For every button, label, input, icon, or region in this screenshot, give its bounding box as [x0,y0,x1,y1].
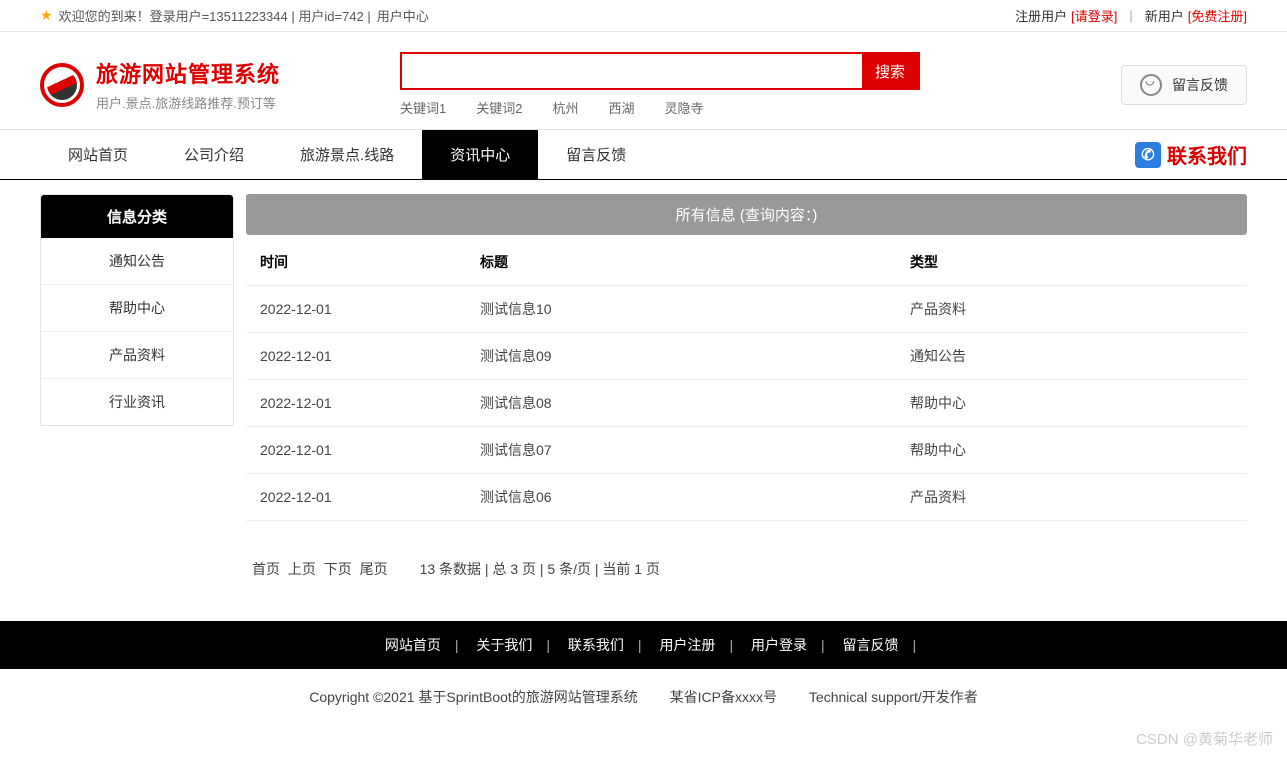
content-title: 所有信息 (查询内容：) [246,194,1247,235]
nav-company[interactable]: 公司介绍 [156,130,272,179]
contact-us-link[interactable]: ✆ 联系我们 [1135,140,1247,169]
header: 旅游网站管理系统 用户.景点.旅游线路推荐.预订等 搜索 关键词1 关键词2 杭… [0,32,1287,129]
pager-info: 13 条数据 | 总 3 页 | 5 条/页 | 当前 1 页 [420,561,660,577]
footer-link[interactable]: 网站首页 [385,637,441,653]
feedback-label: 留言反馈 [1172,75,1228,95]
login-link[interactable]: [请登录] [1071,6,1117,25]
star-icon: ★ [40,7,53,24]
keyword-link[interactable]: 关键词2 [476,98,522,117]
cell-time: 2022-12-01 [246,333,466,380]
sidebar-item-notice[interactable]: 通知公告 [41,238,233,285]
cell-time: 2022-12-01 [246,380,466,427]
col-type: 类型 [896,239,1247,286]
topbar: ★ 欢迎您的到来！登录用户=13511223344 | 用户id=742 | 用… [0,0,1287,32]
pager-prev[interactable]: 上页 [288,561,316,577]
data-table: 时间 标题 类型 2022-12-01测试信息10产品资料2022-12-01测… [246,239,1247,521]
footer-link[interactable]: 关于我们 [476,637,532,653]
cell-time: 2022-12-01 [246,286,466,333]
footer-nav: 网站首页| 关于我们| 联系我们| 用户注册| 用户登录| 留言反馈| [0,621,1287,669]
cell-type: 产品资料 [896,474,1247,521]
footer-link[interactable]: 留言反馈 [843,637,899,653]
icp-text: 某省ICP备xxxx号 [670,689,777,705]
free-reg-link[interactable]: [免费注册] [1188,6,1247,25]
contact-us-label: 联系我们 [1167,140,1247,169]
table-row[interactable]: 2022-12-01测试信息08帮助中心 [246,380,1247,427]
sidebar-title: 信息分类 [41,195,233,238]
main-area: 信息分类 通知公告 帮助中心 产品资料 行业资讯 所有信息 (查询内容：) 时间… [0,180,1287,601]
main-nav: 网站首页 公司介绍 旅游景点.线路 资讯中心 留言反馈 [40,130,654,179]
table-row[interactable]: 2022-12-01测试信息09通知公告 [246,333,1247,380]
pager-next[interactable]: 下页 [324,561,352,577]
logo-icon [40,63,84,107]
nav-feedback[interactable]: 留言反馈 [538,130,654,179]
nav-home[interactable]: 网站首页 [40,130,156,179]
table-header-row: 时间 标题 类型 [246,239,1247,286]
keyword-link[interactable]: 关键词1 [400,98,446,117]
topbar-right: 注册用户 [请登录] | 新用户 [免费注册] [1015,6,1247,25]
feedback-button[interactable]: 留言反馈 [1121,65,1247,105]
cell-title: 测试信息10 [466,286,896,333]
pager-first[interactable]: 首页 [252,561,280,577]
search-button[interactable]: 搜索 [862,54,918,88]
phone-icon: ✆ [1135,142,1161,168]
usercenter-link[interactable]: 用户中心 [377,6,429,25]
footer-link[interactable]: 联系我们 [568,637,624,653]
cell-time: 2022-12-01 [246,474,466,521]
table-row[interactable]: 2022-12-01测试信息07帮助中心 [246,427,1247,474]
reg-label: 注册用户 [1015,6,1067,25]
keyword-link[interactable]: 灵隐寺 [665,98,704,117]
table-row[interactable]: 2022-12-01测试信息10产品资料 [246,286,1247,333]
separator: | [1129,8,1132,23]
keywords-row: 关键词1 关键词2 杭州 西湖 灵隐寺 [400,98,920,117]
keyword-link[interactable]: 西湖 [609,98,635,117]
nav-routes[interactable]: 旅游景点.线路 [272,130,422,179]
pager: 首页 上页 下页 尾页 13 条数据 | 总 3 页 | 5 条/页 | 当前 … [246,551,1247,587]
cell-title: 测试信息06 [466,474,896,521]
sidebar: 信息分类 通知公告 帮助中心 产品资料 行业资讯 [40,194,234,426]
cell-title: 测试信息07 [466,427,896,474]
tech-support: Technical support/开发作者 [809,689,978,705]
table-row[interactable]: 2022-12-01测试信息06产品资料 [246,474,1247,521]
sidebar-item-help[interactable]: 帮助中心 [41,285,233,332]
cell-type: 帮助中心 [896,380,1247,427]
site-title: 旅游网站管理系统 [96,57,280,89]
sidebar-item-product[interactable]: 产品资料 [41,332,233,379]
welcome-text: 欢迎您的到来！登录用户=13511223344 | 用户id=742 | [59,6,371,25]
pager-last[interactable]: 尾页 [360,561,388,577]
new-user-label: 新用户 [1145,6,1184,25]
search-input[interactable] [402,54,862,88]
nav-wrap: 网站首页 公司介绍 旅游景点.线路 资讯中心 留言反馈 ✆ 联系我们 [0,129,1287,180]
brand-text: 旅游网站管理系统 用户.景点.旅游线路推荐.预订等 [96,57,280,112]
cell-title: 测试信息09 [466,333,896,380]
cell-title: 测试信息08 [466,380,896,427]
search-box: 搜索 [400,52,920,90]
content: 所有信息 (查询内容：) 时间 标题 类型 2022-12-01测试信息10产品… [246,194,1247,587]
cell-type: 帮助中心 [896,427,1247,474]
col-title: 标题 [466,239,896,286]
footer-link[interactable]: 用户登录 [751,637,807,653]
topbar-left: ★ 欢迎您的到来！登录用户=13511223344 | 用户id=742 | 用… [40,6,429,25]
site-subtitle: 用户.景点.旅游线路推荐.预订等 [96,93,280,112]
copyright-text: Copyright ©2021 基于SprintBoot的旅游网站管理系统 [309,689,638,705]
cell-type: 产品资料 [896,286,1247,333]
footer-copyright: Copyright ©2021 基于SprintBoot的旅游网站管理系统 某省… [0,669,1287,725]
footer-link[interactable]: 用户注册 [659,637,715,653]
search-area: 搜索 关键词1 关键词2 杭州 西湖 灵隐寺 [400,52,920,117]
keyword-link[interactable]: 杭州 [552,98,578,117]
nav-news[interactable]: 资讯中心 [422,130,538,179]
sidebar-item-industry[interactable]: 行业资讯 [41,379,233,425]
cell-time: 2022-12-01 [246,427,466,474]
headset-icon [1140,74,1162,96]
col-time: 时间 [246,239,466,286]
watermark: CSDN @黄菊华老师 [1136,728,1273,749]
brand: 旅游网站管理系统 用户.景点.旅游线路推荐.预订等 [40,57,280,112]
cell-type: 通知公告 [896,333,1247,380]
